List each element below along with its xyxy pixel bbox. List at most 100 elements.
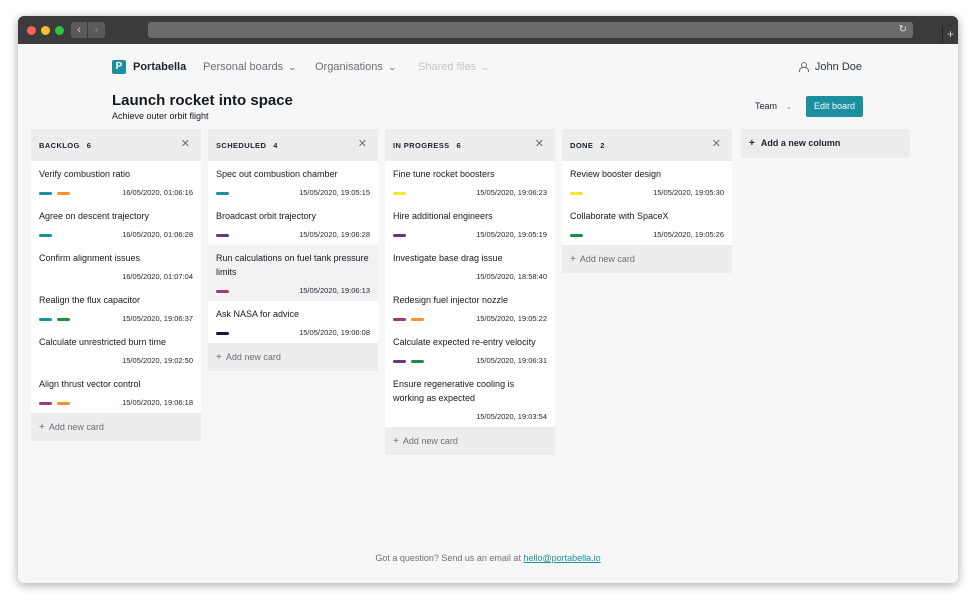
user-icon (798, 62, 809, 72)
card[interactable]: Redesign fuel injector nozzle 15/05/2020,… (385, 287, 555, 329)
card-label-tag (216, 332, 229, 335)
card-title: Calculate expected re-entry velocity (393, 337, 536, 347)
forward-arrow-icon[interactable]: › (88, 22, 105, 38)
card[interactable]: Review booster design 15/05/2020, 19:05:3… (562, 161, 732, 203)
card[interactable]: Realign the flux capacitor 15/05/2020, 19… (31, 287, 201, 329)
card-footer: 15/05/2020, 19:06:08 (216, 321, 370, 343)
plus-icon: + (216, 352, 222, 363)
team-label: Team (755, 101, 778, 111)
card-footer: 15/05/2020, 19:02:50 (39, 349, 193, 371)
card[interactable]: Ask NASA for advice 15/05/2020, 19:06:08 (208, 301, 378, 343)
card-title: Fine tune rocket boosters (393, 169, 495, 179)
card-date: 16/05/2020, 01:06:16 (122, 188, 193, 197)
card-date: 15/05/2020, 19:06:37 (122, 314, 193, 323)
column-header: SCHEDULED 4 ✕ (208, 129, 378, 161)
maximize-window-button[interactable] (55, 26, 64, 35)
column-header: IN PROGRESS 6 ✕ (385, 129, 555, 161)
close-icon[interactable]: ✕ (535, 137, 544, 150)
card-date: 15/05/2020, 19:05:15 (299, 188, 370, 197)
new-tab-icon[interactable]: + (942, 26, 958, 42)
card-footer: 15/05/2020, 19:05:22 (393, 307, 547, 329)
card-footer: 15/05/2020, 19:03:54 (393, 405, 547, 427)
card-title: Investigate base drag issue (393, 253, 503, 263)
card-footer: 15/05/2020, 19:05:30 (570, 181, 724, 203)
card-date: 15/05/2020, 19:05:26 (653, 230, 724, 239)
card-footer: 15/05/2020, 19:06:13 (216, 279, 370, 301)
card-label-tag (393, 360, 406, 363)
support-email-link[interactable]: hello@portabella.io (523, 553, 600, 563)
edit-board-button[interactable]: Edit board (806, 96, 863, 117)
address-bar[interactable]: ↻ (148, 22, 913, 38)
card-label-tag (216, 192, 229, 195)
card-footer: 15/05/2020, 19:05:26 (570, 223, 724, 245)
column-count: 4 (273, 141, 278, 150)
card-footer: 15/05/2020, 19:06:37 (39, 307, 193, 329)
card-title: Calculate unrestricted burn time (39, 337, 167, 347)
close-icon[interactable]: ✕ (358, 137, 367, 150)
close-window-button[interactable] (27, 26, 36, 35)
card-title: Broadcast orbit trajectory (216, 211, 317, 221)
card[interactable]: Verify combustion ratio 16/05/2020, 01:06… (31, 161, 201, 203)
card-label-tag (57, 318, 70, 321)
card-labels (39, 402, 75, 420)
card-footer: 16/05/2020, 01:06:16 (39, 181, 193, 203)
minimize-window-button[interactable] (41, 26, 50, 35)
close-icon[interactable]: ✕ (712, 137, 721, 150)
close-icon[interactable]: ✕ (181, 137, 190, 150)
card[interactable]: Calculate expected re-entry velocity 15/0… (385, 329, 555, 371)
card[interactable]: Confirm alignment issues 16/05/2020, 01:0… (31, 245, 201, 287)
add-card-label: Add new card (579, 254, 635, 264)
logo-icon[interactable]: P (112, 60, 126, 74)
card[interactable]: Broadcast orbit trajectory 15/05/2020, 19… (208, 203, 378, 245)
back-arrow-icon[interactable]: ‹ (71, 22, 88, 38)
card[interactable]: Align thrust vector control 15/05/2020, 1… (31, 371, 201, 413)
card[interactable]: Hire additional engineers 15/05/2020, 19:… (385, 203, 555, 245)
card-label-tag (39, 402, 52, 405)
card-footer: 15/05/2020, 18:58:40 (393, 265, 547, 287)
plus-icon: + (570, 254, 576, 265)
nav-organisations[interactable]: Organisations ⌄ (315, 61, 397, 73)
card-footer: 16/05/2020, 01:06:28 (39, 223, 193, 245)
card-date: 15/05/2020, 18:58:40 (476, 272, 547, 281)
card[interactable]: Run calculations on fuel tank pressure l… (208, 245, 378, 301)
card-labels (570, 234, 588, 252)
card-date: 15/05/2020, 19:05:19 (476, 230, 547, 239)
card-title: Align thrust vector control (39, 379, 141, 389)
add-card-button[interactable]: + Add new card (385, 427, 555, 455)
add-column-button[interactable]: + Add a new column (741, 129, 910, 158)
card-label-tag (393, 318, 406, 321)
footer-text: Got a question? Send us an email at (375, 553, 521, 563)
card-date: 15/05/2020, 19:06:08 (299, 328, 370, 337)
card-title: Confirm alignment issues (39, 253, 141, 263)
card-label-tag (393, 192, 406, 195)
nav-label: Personal boards (203, 61, 284, 73)
card[interactable]: Fine tune rocket boosters 15/05/2020, 19:… (385, 161, 555, 203)
column-title: IN PROGRESS (393, 141, 450, 150)
card-title: Run calculations on fuel tank pressure l… (216, 253, 369, 277)
card-title: Redesign fuel injector nozzle (393, 295, 509, 305)
team-dropdown[interactable]: Team ⌄ (755, 101, 792, 111)
user-menu[interactable]: John Doe (798, 61, 862, 73)
card-date: 16/05/2020, 01:06:28 (122, 230, 193, 239)
brand-name[interactable]: Portabella (133, 61, 186, 73)
nav-personal-boards[interactable]: Personal boards ⌄ (203, 61, 297, 73)
plus-icon: + (749, 138, 755, 149)
board-column: IN PROGRESS 6 ✕ Fine tune rocket boosters 15… (385, 129, 555, 455)
add-card-label: Add new card (402, 436, 458, 446)
card-title: Agree on descent trajectory (39, 211, 150, 221)
card-date: 16/05/2020, 01:07:04 (122, 272, 193, 281)
reload-icon[interactable]: ↻ (899, 22, 907, 38)
card[interactable]: Agree on descent trajectory 16/05/2020, 0… (31, 203, 201, 245)
card[interactable]: Calculate unrestricted burn time 15/05/20… (31, 329, 201, 371)
card-title: Ensure regenerative cooling is working a… (393, 379, 515, 403)
plus-icon: + (393, 436, 399, 447)
card[interactable]: Ensure regenerative cooling is working a… (385, 371, 555, 427)
card-label-tag (39, 318, 52, 321)
board-column: DONE 2 ✕ Review booster design 15/05/2020, 1… (562, 129, 732, 273)
card-footer: 15/05/2020, 19:06:31 (393, 349, 547, 371)
card[interactable]: Collaborate with SpaceX 15/05/2020, 19:05… (562, 203, 732, 245)
card[interactable]: Spec out combustion chamber 15/05/2020, 1… (208, 161, 378, 203)
card[interactable]: Investigate base drag issue 15/05/2020, 1… (385, 245, 555, 287)
card-footer: 15/05/2020, 19:06:18 (39, 391, 193, 413)
chevron-down-icon: ⌄ (387, 63, 397, 72)
